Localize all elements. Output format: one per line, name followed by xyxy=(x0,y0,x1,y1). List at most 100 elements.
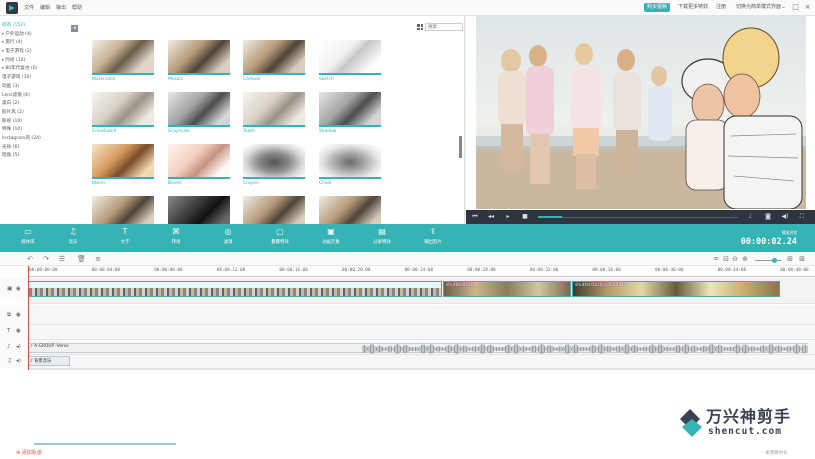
timeline-scrollbar[interactable] xyxy=(34,443,176,445)
switch-mode-button[interactable]: 切换为简单模式界面 xyxy=(733,3,784,12)
add-track-button[interactable]: ⊕ 添加轨道 xyxy=(16,449,42,456)
tool-button[interactable]: ▤ 分屏特效 xyxy=(362,227,402,245)
skip-back-icon[interactable]: ⏮ xyxy=(471,213,479,221)
step-back-icon[interactable]: ◂◂ xyxy=(487,213,495,221)
play-icon[interactable]: ▸ xyxy=(504,213,512,221)
filter-thumbnail[interactable]: Crosshatch xyxy=(92,92,154,134)
audio-mute-icon[interactable]: ◂) xyxy=(16,344,21,350)
menu-help[interactable]: 帮助 xyxy=(72,4,82,11)
music-track[interactable] xyxy=(28,355,815,369)
zoom-slider[interactable] xyxy=(755,260,781,261)
menu-export[interactable]: 输出 xyxy=(56,4,66,11)
filter-preview-image xyxy=(92,40,154,75)
zoom-out-icon[interactable]: ⊖ xyxy=(731,255,739,263)
edit-properties-icon[interactable]: ☰ xyxy=(58,255,66,263)
tool-icon: ◎ xyxy=(224,227,232,236)
filter-thumbnail[interactable]: Bloom xyxy=(168,144,230,186)
track-visibility-icon[interactable]: ◉ xyxy=(16,286,21,292)
tool-button[interactable]: ⇪ 输出影片 xyxy=(413,227,453,245)
fit-timeline-icon[interactable]: ⊟ xyxy=(722,255,730,263)
tool-label: 媒体库 xyxy=(21,240,35,245)
playhead[interactable] xyxy=(28,266,29,370)
filter-thumbnail[interactable]: Watercolor xyxy=(92,40,154,82)
minimize-icon[interactable]: – xyxy=(779,3,788,12)
tool-button[interactable]: T 文字 xyxy=(105,227,145,245)
delete-icon[interactable]: 🗑 xyxy=(77,255,86,263)
filter-preview-image xyxy=(92,92,154,127)
tool-icon: ▭ xyxy=(24,227,32,236)
filter-library-panel: 所有 (152) ▸户外运动 (4) ▸旅行 (4) ▸电子游戏 (2) ▸时尚 (10… xyxy=(0,16,465,231)
ruler-tick-label: 00:00:28:00 xyxy=(467,268,496,273)
tool-icon: ▢ xyxy=(276,227,284,236)
tool-icon: ▣ xyxy=(327,227,335,236)
pip-visibility-icon[interactable]: ◉ xyxy=(16,312,21,318)
microphone-icon[interactable]: ♩ xyxy=(746,213,754,221)
menu-edit[interactable]: 编辑 xyxy=(40,4,50,11)
filter-preview-image xyxy=(168,40,230,75)
music-clip-name: ♪ 背景音乐 xyxy=(30,359,52,364)
filter-thumbnail[interactable]: Grayscale xyxy=(168,92,230,134)
ruler-tick-label: 00:00:12:00 xyxy=(216,268,246,273)
filter-thumbnail[interactable]: Mosaic xyxy=(168,40,230,82)
snapshot-icon[interactable]: ◙ xyxy=(764,213,772,221)
panel-splitter[interactable] xyxy=(459,136,462,158)
tool-button[interactable]: ▣ 动画元素 xyxy=(311,227,351,245)
volume-icon[interactable]: ◀) xyxy=(781,213,789,221)
ruler-tick-label: 00:00:48:00 xyxy=(780,268,809,273)
filter-name: Grayscale xyxy=(168,129,190,134)
stop-icon[interactable]: ■ xyxy=(521,213,529,221)
ruler-tick-label: 00:00:32:00 xyxy=(529,268,559,273)
scrub-bar[interactable] xyxy=(538,216,738,218)
filter-name: Cartoon xyxy=(243,77,261,82)
zoom-in-icon[interactable]: ⊕ xyxy=(741,255,749,263)
filter-thumbnail[interactable]: Cartoon xyxy=(243,40,305,82)
fullscreen-icon[interactable]: ⛶ xyxy=(798,213,806,221)
tool-button[interactable]: ▭ 媒体库 xyxy=(8,227,48,245)
ruler-tick-label: 00:00:04:00 xyxy=(91,268,121,273)
maximize-icon[interactable]: □ xyxy=(791,3,800,12)
tool-label: 分屏特效 xyxy=(373,240,391,245)
filter-preview-image xyxy=(168,144,230,179)
undo-icon[interactable]: ↶ xyxy=(26,255,34,263)
filter-grid: Watercolor Mosaic Cartoon Sketch Crosshatch G… xyxy=(0,16,465,231)
filter-thumbnail[interactable]: Shadow xyxy=(319,92,381,134)
video-clip[interactable] xyxy=(28,281,442,297)
tool-button[interactable]: ▢ 叠覆特效 xyxy=(260,227,300,245)
add-marker-icon[interactable]: ⊞ xyxy=(786,255,794,263)
download-effects-button[interactable]: 下载更多特效 xyxy=(675,3,711,12)
split-icon[interactable]: ≡ xyxy=(94,255,102,263)
ruler-tick-label: 00:00:24:00 xyxy=(404,268,434,273)
video-clip[interactable]: shutterstock_v4653418 xyxy=(572,281,780,297)
close-icon[interactable]: × xyxy=(803,3,812,12)
filter-thumbnail[interactable]: Crayon xyxy=(243,144,305,186)
audio-mixer-icon[interactable]: ♒ xyxy=(712,255,720,263)
audio-clip[interactable] xyxy=(28,343,808,354)
text-visibility-icon[interactable]: ◉ xyxy=(16,328,21,334)
zoom-slider-handle[interactable] xyxy=(772,258,777,263)
pip-track[interactable] xyxy=(28,305,815,325)
filter-thumbnail[interactable]: Chalk xyxy=(319,144,381,186)
filter-preview-image xyxy=(92,144,154,179)
grid-settings-icon[interactable]: ⊠ xyxy=(798,255,806,263)
music-mute-icon[interactable]: ◂) xyxy=(16,358,21,364)
filter-name: Mosaic xyxy=(168,77,184,82)
filter-thumbnail[interactable]: Sketch xyxy=(319,40,381,82)
tool-label: 动画元素 xyxy=(322,240,340,245)
filter-thumbnail[interactable]: Warm xyxy=(92,144,154,186)
audio-track-head: ♪ ◂) xyxy=(0,341,28,355)
tool-label: 转场 xyxy=(171,240,181,245)
preview-panel: ⏮ ◂◂ ▸ ■ ♩ ◙ ◀) ⛶ xyxy=(466,16,815,224)
tool-button[interactable]: ◎ 滤镜 xyxy=(208,227,248,245)
filter-thumbnail[interactable]: Tooth xyxy=(243,92,305,134)
video-clip[interactable]: shutterstock_... xyxy=(443,281,571,297)
menu-file[interactable]: 文件 xyxy=(24,4,34,11)
buy-button[interactable]: 购买视频 xyxy=(644,3,671,12)
filter-name: Shadow xyxy=(319,129,337,134)
text-track[interactable] xyxy=(28,325,815,340)
tool-button[interactable]: ♫ 音乐 xyxy=(53,227,93,245)
tool-button[interactable]: ⌘ 转场 xyxy=(156,227,196,245)
redo-icon[interactable]: ↷ xyxy=(42,255,50,263)
account-button[interactable]: 注册 xyxy=(713,3,729,12)
text-track-icon: T xyxy=(7,328,11,334)
tool-label: 文字 xyxy=(120,240,130,245)
